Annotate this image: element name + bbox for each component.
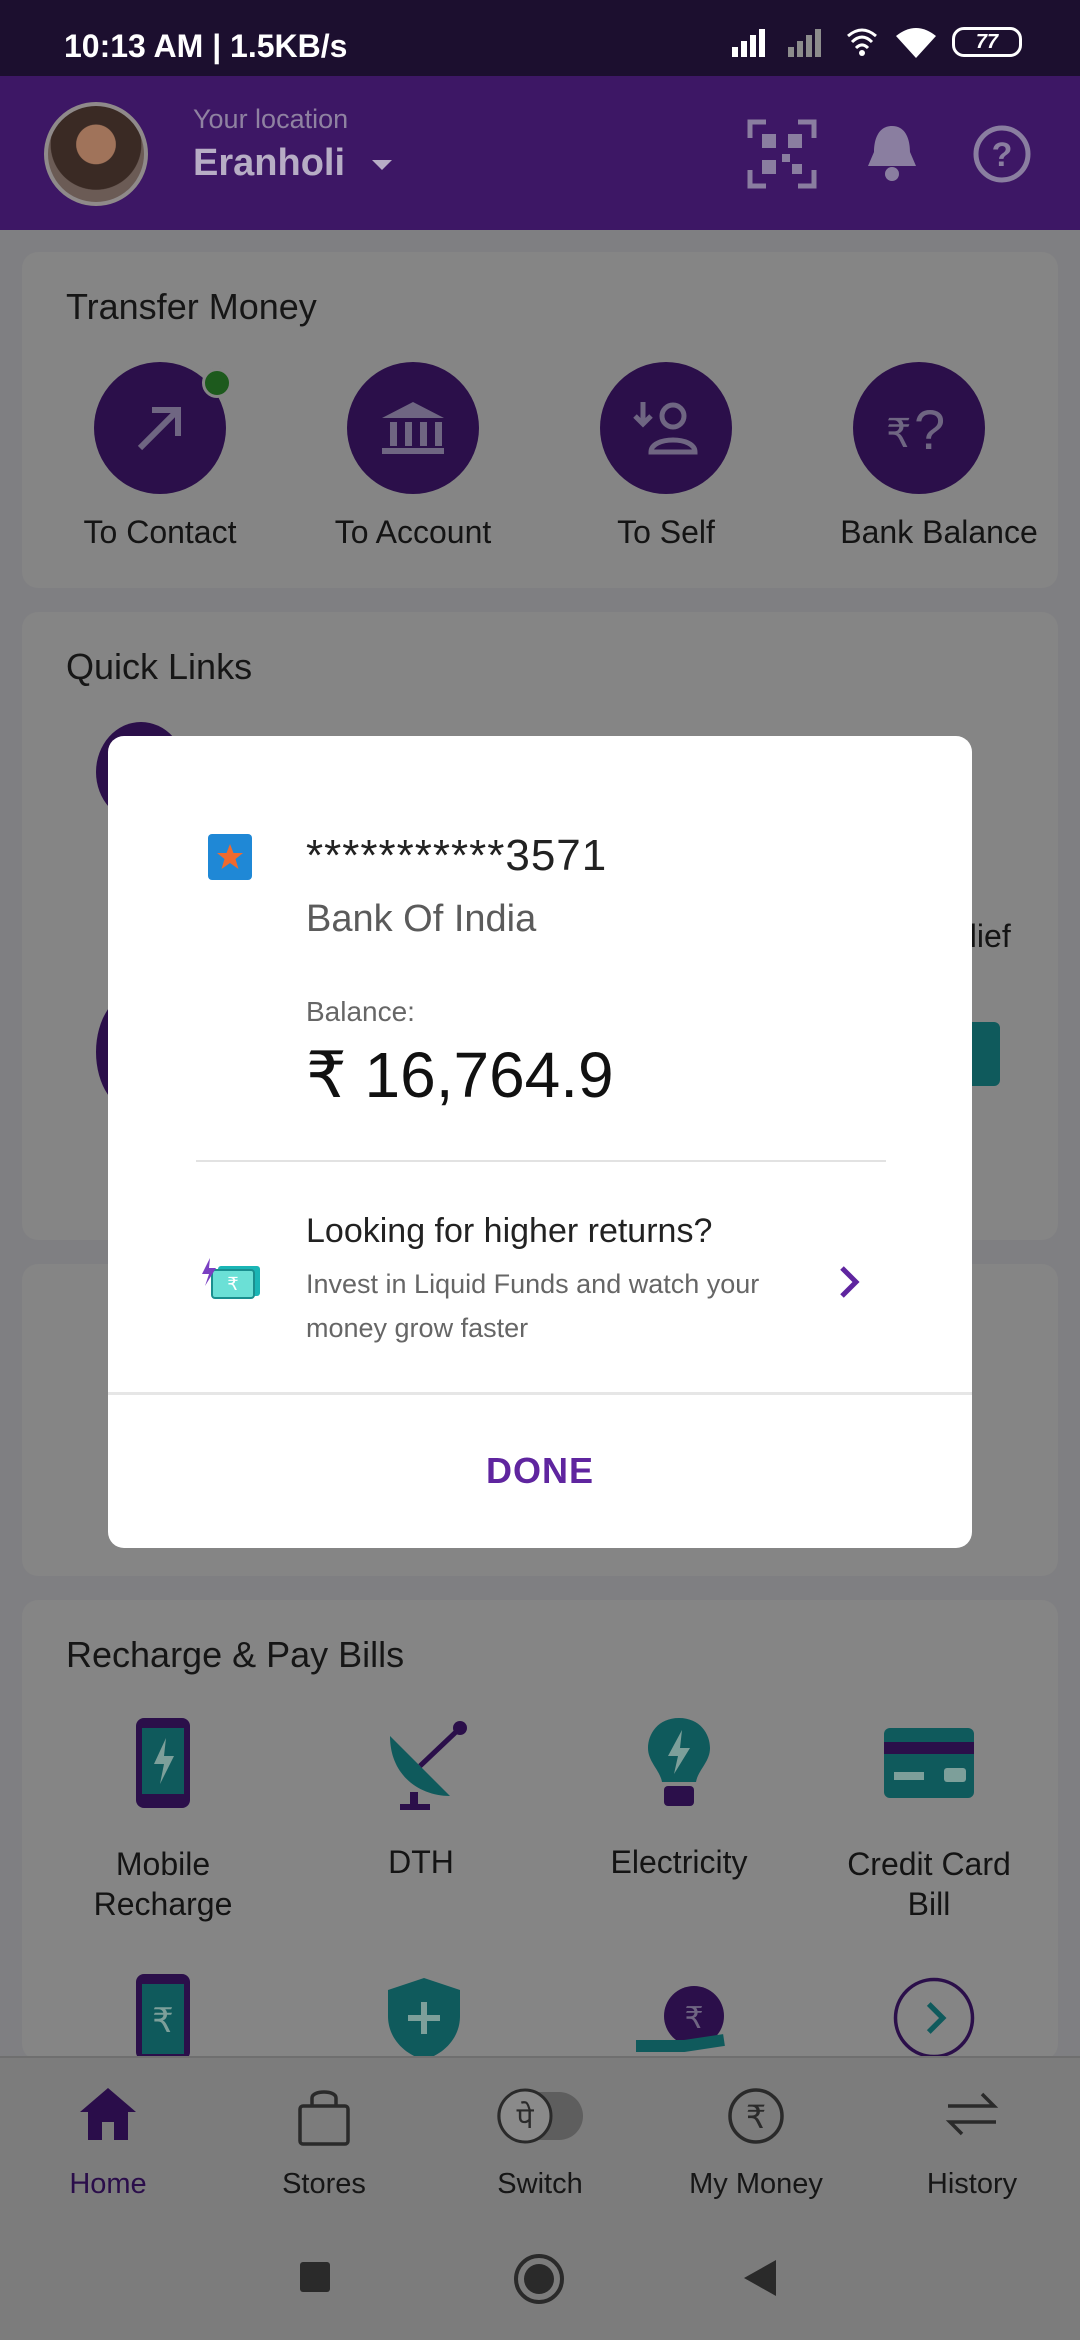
home-icon xyxy=(80,2088,136,2140)
done-button[interactable]: DONE xyxy=(108,1396,972,1546)
balance-dialog: ***********3571 Bank Of India Balance: ₹… xyxy=(108,736,972,1548)
nav-history-label: History xyxy=(926,2168,1018,2200)
svg-text:पे: पे xyxy=(516,2101,534,2136)
svg-text:₹: ₹ xyxy=(886,411,911,457)
svg-text:?: ? xyxy=(914,398,945,461)
quick-links-title: Quick Links xyxy=(66,646,253,687)
to-account-label: To Account xyxy=(334,514,492,550)
bulb-icon[interactable] xyxy=(644,1716,714,1810)
status-time: 10:13 AM | 1.5KB/s xyxy=(64,28,348,64)
bank-logo xyxy=(208,834,252,880)
bank-balance-label: Bank Balance xyxy=(840,514,1038,550)
recharge-title: Recharge & Pay Bills xyxy=(66,1634,405,1675)
back-icon[interactable] xyxy=(742,2258,778,2298)
balance-label: Balance: xyxy=(306,996,415,1027)
nav-my-money[interactable]: ₹ My Money xyxy=(648,2058,864,2226)
app-header: Your location Eranholi ? xyxy=(0,76,1080,230)
status-icons: 77 xyxy=(732,26,1022,58)
to-self-button[interactable] xyxy=(600,362,732,494)
chevron-right-icon xyxy=(840,1266,860,1298)
transfer-money-card: Transfer Money To Contact To Account To … xyxy=(22,252,1058,588)
promo-title: Looking for higher returns? xyxy=(306,1212,713,1250)
hotspot-icon xyxy=(847,28,877,56)
system-navigation xyxy=(0,2224,1080,2340)
signal-icon xyxy=(732,29,765,57)
battery-indicator: 77 xyxy=(952,27,1022,57)
mobile-recharge-label: Mobile Recharge xyxy=(93,1846,233,1922)
rupee-mobile-icon[interactable]: ₹ xyxy=(134,1972,192,2060)
status-bar: 10:13 AM | 1.5KB/s 77 xyxy=(0,0,1080,76)
more-chevron-icon[interactable] xyxy=(886,1976,982,2060)
divider xyxy=(108,1392,972,1395)
dth-label: DTH xyxy=(388,1844,454,1880)
mobile-icon[interactable] xyxy=(134,1716,192,1810)
nav-stores-label: Stores xyxy=(282,2168,366,2200)
arrow-up-right-icon xyxy=(137,407,181,451)
self-transfer-icon xyxy=(633,402,698,455)
nav-switch-label: Switch xyxy=(497,2168,583,2200)
to-account-button[interactable] xyxy=(347,362,479,494)
money-lightning-icon: ₹ xyxy=(202,1258,260,1299)
signal-2-icon xyxy=(788,29,821,57)
help-icon[interactable]: ? xyxy=(966,118,1038,190)
account-number: ***********3571 xyxy=(306,831,608,880)
credit-card-icon[interactable] xyxy=(882,1726,976,1800)
bank-name: Bank Of India xyxy=(306,898,537,940)
location-label: Your location xyxy=(193,104,349,134)
nav-my-money-label: My Money xyxy=(689,2168,823,2200)
bottom-navigation: Home Stores पे Switch ₹ My Money History xyxy=(0,2056,1080,2224)
satellite-dish-icon[interactable] xyxy=(380,1716,480,1810)
recharge-bills-card: Recharge & Pay Bills Mobile Recharge DTH… xyxy=(22,1600,1058,2060)
history-icon xyxy=(945,2092,999,2136)
rupee-circle-icon: ₹ xyxy=(728,2088,784,2144)
bank-balance-button[interactable]: ₹? xyxy=(853,362,985,494)
chevron-down-icon xyxy=(371,159,392,170)
svg-text:?: ? xyxy=(992,136,1013,174)
electricity-label: Electricity xyxy=(610,1844,748,1880)
to-self-label: To Self xyxy=(617,514,715,550)
money-bag-icon[interactable]: ₹ xyxy=(634,1970,744,2060)
to-contact-label: To Contact xyxy=(83,514,237,550)
location-selector[interactable]: Eranholi xyxy=(193,142,394,185)
shield-icon[interactable] xyxy=(384,1976,464,2060)
bag-icon xyxy=(298,2090,350,2146)
qr-scan-icon[interactable] xyxy=(746,118,818,190)
nav-stores[interactable]: Stores xyxy=(216,2058,432,2226)
home-system-icon[interactable] xyxy=(512,2252,566,2306)
svg-text:₹: ₹ xyxy=(227,1274,238,1295)
svg-text:₹: ₹ xyxy=(152,2001,174,2041)
nav-history[interactable]: History xyxy=(864,2058,1080,2226)
credit-card-bill-label: Credit Card Bill xyxy=(847,1846,1011,1922)
new-indicator-dot xyxy=(202,368,232,398)
nav-switch[interactable]: पे Switch xyxy=(432,2058,648,2226)
transfer-title: Transfer Money xyxy=(66,286,317,327)
wifi-icon xyxy=(896,28,936,58)
bell-icon[interactable] xyxy=(856,118,928,190)
rupee-question-icon: ₹? xyxy=(886,398,945,461)
liquid-funds-promo[interactable]: ₹ Looking for higher returns? Invest in … xyxy=(108,1166,972,1386)
location-value: Eranholi xyxy=(193,142,346,184)
avatar[interactable] xyxy=(44,102,148,206)
svg-text:₹: ₹ xyxy=(746,2098,766,2136)
bank-icon xyxy=(382,402,444,454)
recents-icon[interactable] xyxy=(298,2260,332,2294)
balance-value: ₹ 16,764.9 xyxy=(306,1039,614,1111)
nav-home[interactable]: Home xyxy=(0,2058,216,2226)
svg-text:₹: ₹ xyxy=(684,2001,703,2036)
star-logo-icon xyxy=(217,844,243,869)
divider xyxy=(196,1160,886,1162)
promo-subtitle: Invest in Liquid Funds and watch your mo… xyxy=(306,1269,760,1343)
nav-home-label: Home xyxy=(69,2168,147,2200)
switch-icon: पे xyxy=(497,2088,583,2144)
